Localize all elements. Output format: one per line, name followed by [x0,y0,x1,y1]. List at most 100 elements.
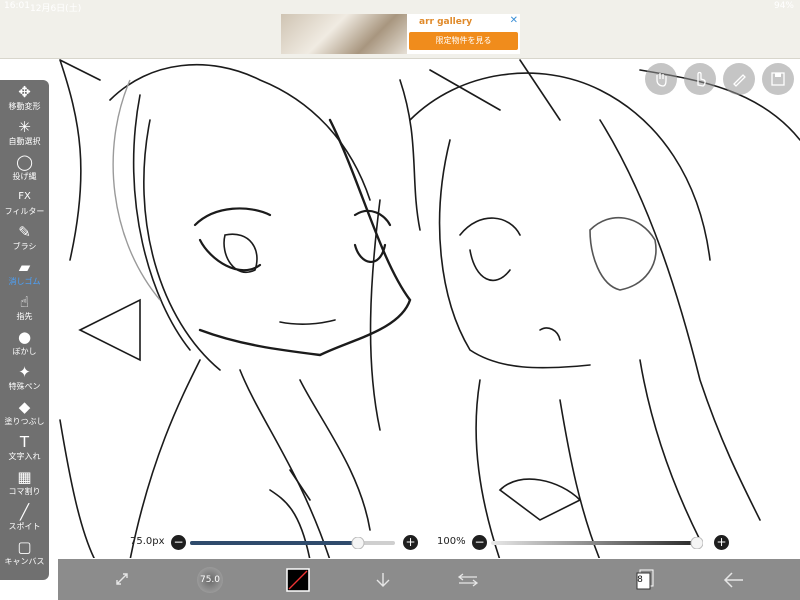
tool-panel-divide[interactable]: ▦ コマ割り [0,467,49,502]
opacity-increase-button[interactable]: + [714,535,729,550]
tool-auto-select[interactable]: ✳ 自動選択 [0,117,49,152]
tool-label: 移動変形 [8,102,41,111]
tool-label: 投げ縄 [12,172,37,181]
status-time: 16:01 [4,1,30,11]
tool-label: 塗りつぶし [4,417,45,426]
opacity-track[interactable] [491,537,703,549]
bucket-icon: ◆ [18,398,31,416]
tool-label: 文字入れ [8,452,41,461]
tool-filter[interactable]: FX フィルター [0,187,49,222]
tool-canvas[interactable]: ▢ キャンバス [0,537,49,572]
brush-size-slider: 75.0px − + [128,533,423,553]
sketch-stroke [198,118,412,357]
tool-label: 特殊ペン [8,382,41,391]
sketch-stroke [639,359,701,541]
ad-photo [281,14,407,54]
bottom-toolbar: 75.0 8 [58,559,800,600]
fx-icon: FX [18,191,31,202]
tool-label: スポイト [8,522,41,531]
sketch-stroke [59,59,101,261]
brush-size-track[interactable] [190,537,395,549]
tool-label: コマ割り [8,487,41,496]
eraser-icon: ▰ [18,258,31,276]
tool-fill[interactable]: ◆ 塗りつぶし [0,397,49,432]
sketch-stroke [59,298,141,558]
hand-icon[interactable] [645,63,677,95]
tool-label: 指先 [16,312,33,321]
tool-label: ブラシ [12,242,37,251]
tool-special-pen[interactable]: ✦ 特殊ペン [0,362,49,397]
sketch-stroke [438,139,591,369]
tool-palette: ✥ 移動変形 ✳ 自動選択 ◯ 投げ縄 FX フィルター ✎ ブラシ ▰ 消しゴム ☝ 指先 … [0,80,49,580]
sketch-stroke [589,216,657,291]
top-tools [645,63,794,95]
ad-close-icon[interactable]: ✕ [510,15,518,26]
sketch-stroke [409,72,711,261]
status-battery: 94% [773,1,794,11]
sparkle-pen-icon: ✦ [18,363,31,381]
tool-brush[interactable]: ✎ ブラシ [0,222,49,257]
brush-size-increase-button[interactable]: + [403,535,418,550]
pen-icon[interactable] [723,63,755,95]
lasso-icon: ◯ [16,153,33,171]
ad-bar: arr gallery ✕ 限定物件を見る [0,14,800,59]
layer-count: 8 [637,575,643,585]
sketch-stroke [129,359,331,558]
opacity-knob[interactable] [690,537,703,549]
status-bar: 16:01 12月6日(土) 94% [0,0,800,14]
color-swatch[interactable] [283,566,313,594]
magic-wand-icon: ✳ [18,118,31,136]
download-icon[interactable] [368,566,398,594]
brush-size-decrease-button[interactable]: − [171,535,186,550]
tool-move-transform[interactable]: ✥ 移動変形 [0,82,49,117]
tool-eyedropper[interactable]: ╱ スポイト [0,502,49,537]
save-icon[interactable] [762,63,794,95]
blur-drop-icon: ● [17,328,32,346]
tool-label: 自動選択 [8,137,41,146]
tool-smudge[interactable]: ☝ 指先 [0,292,49,327]
brush-size-track-fill [190,541,358,545]
brush-size-badge[interactable]: 75.0 [194,566,226,594]
move-icon: ✥ [18,83,31,101]
sketch-stroke [193,207,272,272]
brush-size-badge-value: 75.0 [199,575,221,585]
tool-label: フィルター [4,207,45,216]
tool-eraser[interactable]: ▰ 消しゴム [0,257,49,292]
sketch-stroke [279,319,336,325]
tool-label: ぼかし [12,347,37,356]
tool-label: 消しゴム [8,277,41,286]
panel-grid-icon: ▦ [17,468,32,486]
pointer-icon[interactable] [684,63,716,95]
opacity-decrease-button[interactable]: − [472,535,487,550]
ad-banner[interactable]: arr gallery ✕ 限定物件を見る [281,14,520,54]
layers-button[interactable]: 8 [630,566,660,594]
ad-cta-button[interactable]: 限定物件を見る [409,32,518,50]
transform-rotate-icon[interactable] [108,566,138,594]
brush-icon: ✎ [18,223,31,241]
sketch-stroke [109,63,371,201]
sketch-stroke [498,478,582,521]
eyedropper-icon: ╱ [19,503,30,521]
sketch-stroke [459,217,521,282]
sketch-stroke [132,94,191,351]
finger-icon: ☝ [19,293,30,311]
back-arrow-icon[interactable] [718,566,748,594]
undo-redo-icon[interactable] [453,566,483,594]
opacity-track-bg [491,541,703,545]
sketch-stroke [599,119,761,521]
text-icon: T [19,433,30,451]
status-date: 12月6日(土) [30,4,82,14]
ad-brand: arr gallery [419,17,473,27]
drawing-canvas[interactable] [0,59,800,558]
sketch-stroke [369,79,421,431]
tool-label: キャンバス [4,557,45,566]
opacity-slider: 100% − + [437,533,732,553]
tool-text[interactable]: T 文字入れ [0,432,49,467]
tool-blur[interactable]: ● ぼかし [0,327,49,362]
sketch-stroke [539,327,561,341]
opacity-value: 100% [437,536,466,547]
sketch-stroke [475,379,601,558]
canvas-icon: ▢ [17,538,32,556]
tool-lasso[interactable]: ◯ 投げ縄 [0,152,49,187]
brush-size-knob[interactable] [351,537,365,549]
